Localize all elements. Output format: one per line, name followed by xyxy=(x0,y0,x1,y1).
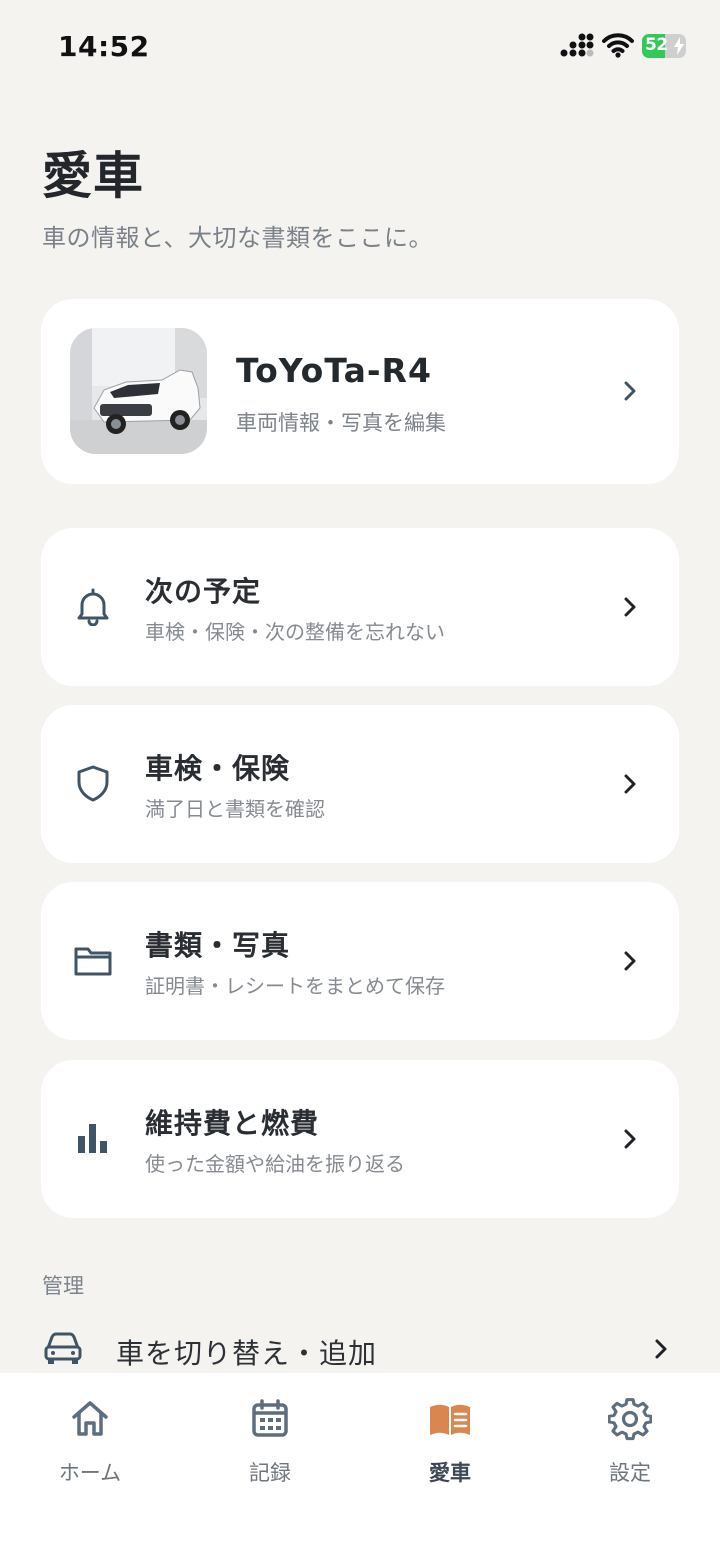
battery-charging-icon: 52 xyxy=(642,34,686,58)
tab-bar: ホーム 記録 愛車 設定 xyxy=(0,1373,720,1558)
tab-home[interactable]: ホーム xyxy=(0,1373,180,1503)
battery-percent: 52 xyxy=(645,35,668,55)
signal-icon xyxy=(560,33,594,57)
tab-label: 設定 xyxy=(609,1461,651,1485)
menu-item-inspection[interactable]: 車検・保険 満了日と書類を確認 xyxy=(41,705,679,863)
menu-item-title: 維持費と燃費 xyxy=(145,1107,320,1140)
status-icons: 52 xyxy=(560,32,686,60)
menu-item-documents[interactable]: 書類・写真 証明書・レシートをまとめて保存 xyxy=(41,882,679,1040)
chevron-right-icon xyxy=(655,1339,667,1359)
chevron-right-icon xyxy=(624,381,636,401)
calendar-icon xyxy=(252,1399,288,1437)
status-time: 14:52 xyxy=(58,30,150,63)
book-icon xyxy=(430,1404,470,1435)
menu-item-title: 書類・写真 xyxy=(145,929,291,962)
menu-item-subtitle: 証明書・レシートをまとめて保存 xyxy=(145,974,445,998)
vehicle-card[interactable]: ToYoTa-R4 車両情報・写真を編集 xyxy=(41,299,679,484)
wifi-icon xyxy=(602,33,634,58)
tab-label: 愛車 xyxy=(429,1461,471,1485)
menu-item-subtitle: 車検・保険・次の整備を忘れない xyxy=(145,620,445,644)
switch-vehicle-row[interactable]: 車を切り替え・追加 xyxy=(0,1318,720,1378)
bell-icon xyxy=(77,588,109,626)
gear-icon xyxy=(608,1398,652,1441)
page-subtitle: 車の情報と、大切な書類をここに。 xyxy=(42,224,434,252)
chevron-right-icon xyxy=(624,1129,636,1149)
vehicle-edit-label: 車両情報・写真を編集 xyxy=(236,411,446,435)
menu-item-schedule[interactable]: 次の予定 車検・保険・次の整備を忘れない xyxy=(41,528,679,686)
menu-item-subtitle: 満了日と書類を確認 xyxy=(145,797,325,821)
shield-icon xyxy=(77,765,109,802)
status-bar: 14:52 52 xyxy=(0,0,720,90)
tab-label: ホーム xyxy=(58,1461,122,1485)
menu-item-title: 次の予定 xyxy=(145,575,262,608)
menu-item-title: 車検・保険 xyxy=(145,752,291,785)
car-icon xyxy=(44,1332,82,1364)
tab-label: 記録 xyxy=(249,1461,291,1485)
tab-records[interactable]: 記録 xyxy=(180,1373,360,1503)
vehicle-photo xyxy=(70,328,207,454)
menu-item-costs[interactable]: 維持費と燃費 使った金額や給油を振り返る xyxy=(41,1060,679,1218)
vehicle-name: ToYoTa-R4 xyxy=(236,351,432,390)
page-title: 愛車 xyxy=(42,147,144,205)
folder-icon xyxy=(74,947,112,976)
menu-item-subtitle: 使った金額や給油を振り返る xyxy=(145,1152,405,1176)
chevron-right-icon xyxy=(624,597,636,617)
section-label-manage: 管理 xyxy=(42,1274,84,1298)
tab-my-car[interactable]: 愛車 xyxy=(360,1373,540,1503)
switch-vehicle-label: 車を切り替え・追加 xyxy=(116,1337,378,1370)
bar-chart-icon xyxy=(78,1124,107,1153)
tab-settings[interactable]: 設定 xyxy=(540,1373,720,1503)
chevron-right-icon xyxy=(624,951,636,971)
home-icon xyxy=(72,1401,108,1436)
chevron-right-icon xyxy=(624,774,636,794)
